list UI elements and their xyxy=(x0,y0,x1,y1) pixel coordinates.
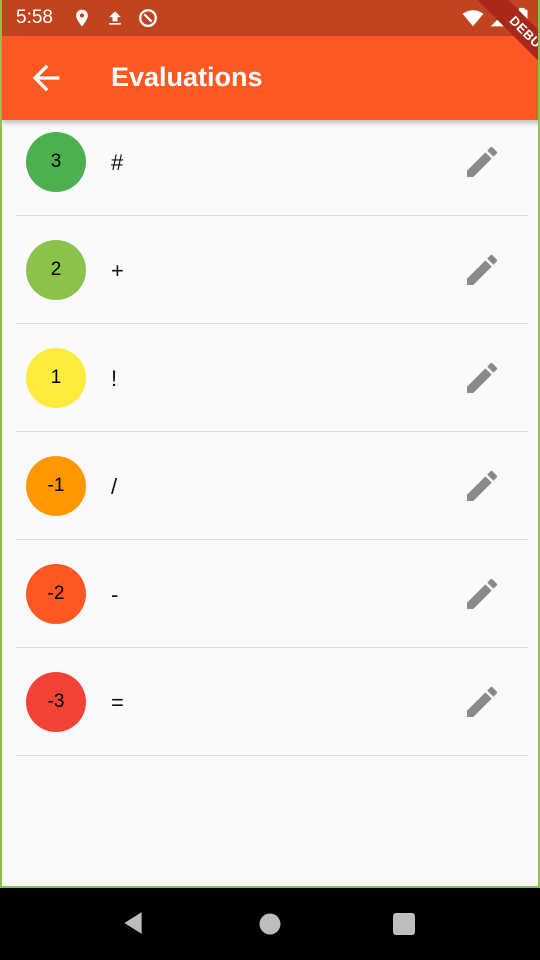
evaluation-row[interactable]: -1 / xyxy=(2,432,538,540)
evaluation-symbol: # xyxy=(111,150,124,175)
app-bar: Evaluations xyxy=(2,36,538,120)
evaluation-row[interactable]: 2 + xyxy=(2,216,538,324)
wifi-icon xyxy=(462,10,484,27)
edit-icon[interactable] xyxy=(462,250,502,290)
edit-icon[interactable] xyxy=(462,682,502,722)
row-divider xyxy=(16,755,528,756)
evaluation-row[interactable]: 1! xyxy=(2,324,538,432)
evaluation-value-avatar: 2 xyxy=(26,240,86,300)
evaluation-value-avatar: -2 xyxy=(26,564,86,624)
app-window: 5:58 Evaluations DEBUG 3 #2 +1! -1/-2- -3 = xyxy=(0,0,540,888)
edit-icon[interactable] xyxy=(462,574,502,614)
edit-icon[interactable] xyxy=(462,142,502,182)
arrow-back-icon[interactable] xyxy=(26,58,66,98)
evaluation-row[interactable]: -2- xyxy=(2,540,538,648)
status-bar: 5:58 xyxy=(2,0,538,36)
data-saver-icon xyxy=(139,9,157,27)
evaluation-list: 3 #2 +1! -1/-2- -3 = xyxy=(2,108,538,756)
evaluation-row[interactable]: -3 = xyxy=(2,648,538,756)
evaluation-value-avatar: -3 xyxy=(26,672,86,732)
evaluation-symbol: + xyxy=(111,258,124,283)
evaluation-row[interactable]: 3 # xyxy=(2,108,538,216)
evaluation-symbol: - xyxy=(111,582,119,607)
nav-recents-icon[interactable] xyxy=(393,913,415,935)
evaluation-value-avatar: 1 xyxy=(26,348,86,408)
evaluation-symbol: = xyxy=(111,690,124,715)
page-title: Evaluations xyxy=(111,62,263,92)
evaluation-value-avatar: 3 xyxy=(26,132,86,192)
nav-back-icon[interactable] xyxy=(120,910,146,936)
upload-icon xyxy=(109,11,121,25)
evaluation-symbol: ! xyxy=(111,366,118,391)
location-icon xyxy=(76,9,88,27)
status-time: 5:58 xyxy=(16,7,53,28)
edit-icon[interactable] xyxy=(462,466,502,506)
evaluation-value-avatar: -1 xyxy=(26,456,86,516)
nav-home-icon[interactable] xyxy=(259,913,281,935)
evaluation-symbol: / xyxy=(111,474,118,499)
edit-icon[interactable] xyxy=(462,358,502,398)
